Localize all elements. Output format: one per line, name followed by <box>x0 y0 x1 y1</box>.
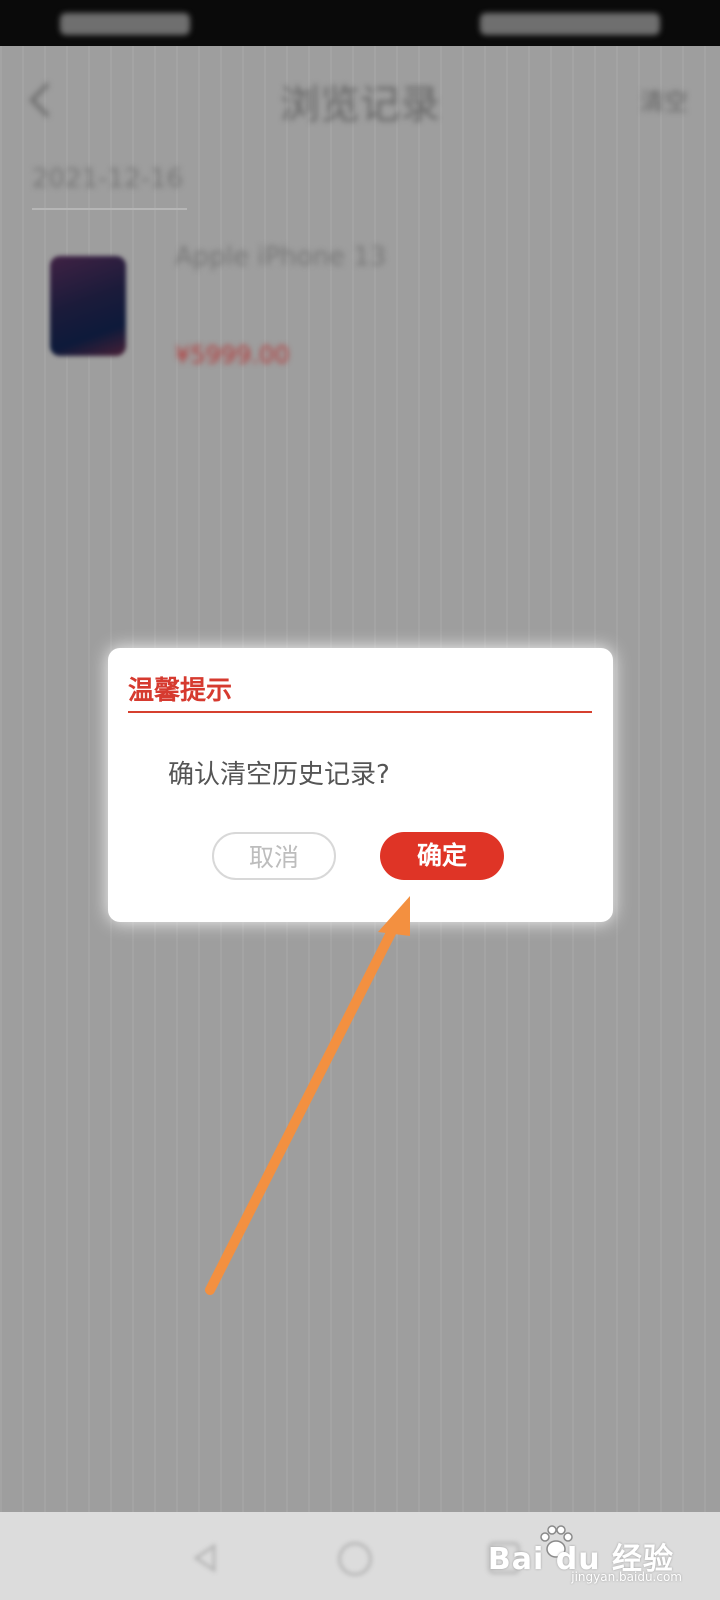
nav-back-icon[interactable] <box>190 1542 222 1574</box>
product-name[interactable]: Apple iPhone 13 <box>175 242 386 272</box>
confirm-dialog: 温馨提示 确认清空历史记录? 取消 确定 <box>108 648 613 922</box>
status-indicators-right <box>480 13 660 35</box>
dialog-message: 确认清空历史记录? <box>168 760 390 790</box>
watermark-url: jingyan.baidu.com <box>571 1570 682 1584</box>
date-label: 2021-12-16 <box>32 164 184 194</box>
product-thumbnail[interactable] <box>50 256 126 356</box>
product-price: ¥5999.00 <box>175 341 290 369</box>
status-bar <box>0 0 720 46</box>
dialog-title: 温馨提示 <box>128 676 233 706</box>
page-title: 浏览记录 <box>280 82 440 128</box>
date-underline <box>32 208 187 210</box>
status-indicators-left <box>60 13 190 35</box>
system-nav-bar: Bai du 经验 jingyan.baidu.com <box>0 1512 720 1600</box>
back-icon[interactable] <box>26 80 56 120</box>
clear-history-link[interactable]: 清空 <box>640 82 688 117</box>
cancel-button[interactable]: 取消 <box>212 832 336 880</box>
dialog-divider <box>128 711 592 713</box>
confirm-button[interactable]: 确定 <box>380 832 504 880</box>
nav-home-icon[interactable] <box>338 1542 372 1576</box>
